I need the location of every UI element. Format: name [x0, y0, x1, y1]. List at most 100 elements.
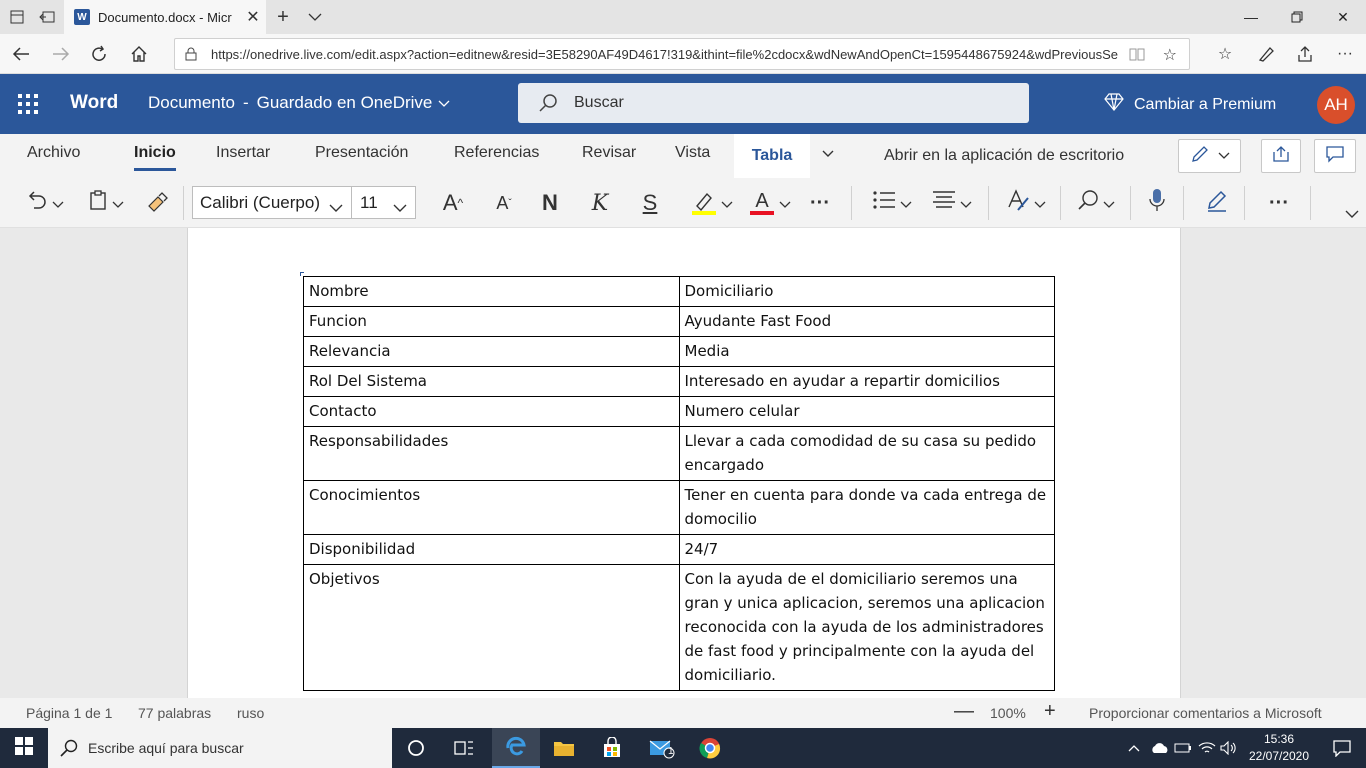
table-row[interactable]: Rol Del Sistema Interesado en ayudar a re… — [303, 366, 1055, 397]
mail-icon[interactable]: 1 — [638, 728, 686, 768]
table-cell-value[interactable]: Llevar a cada comodidad de su casa su pe… — [678, 426, 1055, 481]
shrink-font-button[interactable]: Aˇ — [490, 190, 518, 216]
align-button[interactable] — [928, 190, 976, 216]
more-tabs-chevron-icon[interactable] — [820, 146, 836, 167]
bullets-button[interactable] — [868, 190, 916, 216]
format-painter-icon[interactable] — [144, 190, 170, 216]
table-cell-label[interactable]: Rol Del Sistema — [303, 366, 680, 397]
font-name-select[interactable]: Calibri (Cuerpo) — [192, 186, 352, 219]
zoom-in-button[interactable]: + — [1044, 700, 1056, 723]
taskbar-search-input[interactable]: Escribe aquí para buscar — [48, 728, 392, 768]
tab-vista[interactable]: Vista — [675, 144, 710, 162]
premium-button[interactable]: Cambiar a Premium — [1104, 93, 1276, 116]
share-document-button[interactable] — [1261, 139, 1301, 173]
document-page[interactable]: Nombre Domiciliario Funcion Ayudante Fast F… — [187, 228, 1181, 698]
file-explorer-icon[interactable] — [540, 728, 588, 768]
start-button[interactable] — [0, 728, 48, 768]
home-icon[interactable] — [126, 42, 152, 66]
undo-button[interactable] — [22, 190, 68, 216]
tab-revisar[interactable]: Revisar — [582, 144, 636, 162]
grow-font-button[interactable]: A ^ — [438, 190, 468, 216]
table-cell-label[interactable]: Contacto — [303, 396, 680, 427]
refresh-icon[interactable] — [86, 42, 112, 66]
restore-icon[interactable] — [1274, 0, 1320, 34]
tab-tabla[interactable]: Tabla — [734, 134, 810, 178]
font-size-select[interactable]: 11 — [351, 186, 416, 219]
cortana-icon[interactable] — [392, 728, 440, 768]
table-row[interactable]: Objetivos Con la ayuda de el domiciliario… — [303, 564, 1055, 691]
dictate-button[interactable] — [1144, 189, 1170, 216]
minimize-icon[interactable]: — — [1228, 0, 1274, 34]
italic-button[interactable]: K — [588, 190, 612, 216]
table-row[interactable]: Funcion Ayudante Fast Food — [303, 306, 1055, 337]
browser-tab[interactable]: W Documento.docx - Micr ✕ — [64, 0, 266, 34]
onedrive-cloud-icon[interactable] — [1148, 728, 1172, 768]
zoom-out-button[interactable]: — — [954, 700, 974, 723]
edge-browser-icon[interactable] — [492, 728, 540, 768]
wifi-icon[interactable] — [1196, 728, 1218, 768]
tab-referencias[interactable]: Referencias — [454, 144, 539, 162]
app-launcher-icon[interactable] — [18, 94, 38, 114]
table-row[interactable]: Contacto Numero celular — [303, 396, 1055, 427]
search-input[interactable]: Buscar — [518, 83, 1029, 123]
word-count[interactable]: 77 palabras — [138, 705, 211, 721]
table-cell-value[interactable]: Interesado en ayudar a repartir domicili… — [678, 366, 1055, 397]
system-clock[interactable]: 15:36 22/07/2020 — [1244, 731, 1314, 765]
table-cell-label[interactable]: Relevancia — [303, 336, 680, 367]
more-menu-icon[interactable]: ··· — [1332, 42, 1358, 66]
table-cell-value[interactable]: Numero celular — [678, 396, 1055, 427]
volume-icon[interactable] — [1218, 728, 1240, 768]
comments-button[interactable] — [1314, 139, 1356, 173]
paste-button[interactable] — [84, 190, 128, 216]
forward-icon[interactable] — [48, 42, 74, 66]
new-tab-icon[interactable]: + — [272, 6, 294, 28]
reading-view-icon[interactable] — [1129, 47, 1145, 64]
open-desktop-app-link[interactable]: Abrir en la aplicación de escritorio — [884, 147, 1124, 165]
chrome-icon[interactable] — [686, 728, 734, 768]
back-icon[interactable] — [8, 42, 34, 66]
table-cell-value[interactable]: Con la ayuda de el domiciliario seremos … — [678, 564, 1055, 691]
document-title[interactable]: Documento - Guardado en OneDrive — [148, 93, 450, 113]
favorite-star-icon[interactable]: ☆ — [1163, 45, 1177, 65]
table-row[interactable]: Disponibilidad 24/7 — [303, 534, 1055, 565]
tab-list-chevron-icon[interactable] — [304, 6, 326, 28]
underline-button[interactable]: S — [638, 190, 662, 216]
share-icon[interactable] — [1292, 42, 1318, 66]
battery-icon[interactable] — [1172, 728, 1194, 768]
table-cell-label[interactable]: Objetivos — [303, 564, 680, 691]
styles-button[interactable] — [1002, 189, 1050, 216]
table-row[interactable]: Responsabilidades Llevar a cada comodidad… — [303, 426, 1055, 481]
table-cell-value[interactable]: Media — [678, 336, 1055, 367]
feedback-link[interactable]: Proporcionar comentarios a Microsoft — [1089, 705, 1322, 721]
url-field[interactable]: https://onedrive.live.com/edit.aspx?acti… — [174, 38, 1190, 70]
more-font-options-button[interactable]: ··· — [806, 190, 834, 216]
table-cell-value[interactable]: Domiciliario — [678, 276, 1055, 307]
tab-insertar[interactable]: Insertar — [216, 144, 270, 162]
table-row[interactable]: Relevancia Media — [303, 336, 1055, 367]
table-row[interactable]: Nombre Domiciliario — [303, 276, 1055, 307]
editing-mode-button[interactable] — [1178, 139, 1241, 173]
find-button[interactable] — [1072, 190, 1120, 216]
set-tabs-aside-icon[interactable] — [36, 6, 58, 28]
avatar[interactable]: AH — [1317, 86, 1355, 124]
table-cell-label[interactable]: Nombre — [303, 276, 680, 307]
action-center-icon[interactable] — [1318, 728, 1366, 768]
tab-archivo[interactable]: Archivo — [27, 144, 80, 162]
zoom-level[interactable]: 100% — [990, 705, 1026, 721]
tab-close-icon[interactable]: ✕ — [240, 7, 266, 27]
pen-annotate-icon[interactable] — [1254, 42, 1280, 66]
highlight-button[interactable] — [688, 190, 736, 216]
show-hidden-icons-chevron-icon[interactable] — [1124, 728, 1144, 768]
bold-button[interactable]: N — [538, 190, 562, 216]
close-window-icon[interactable]: ✕ — [1320, 0, 1366, 34]
table-cell-value[interactable]: 24/7 — [678, 534, 1055, 565]
table-cell-value[interactable]: Tener en cuenta para donde va cada entre… — [678, 480, 1055, 535]
table-cell-label[interactable]: Disponibilidad — [303, 534, 680, 565]
more-options-button[interactable]: ··· — [1264, 190, 1294, 216]
expand-ribbon-chevron-icon[interactable] — [1342, 204, 1362, 224]
table-cell-value[interactable]: Ayudante Fast Food — [678, 306, 1055, 337]
table-cell-label[interactable]: Funcion — [303, 306, 680, 337]
editor-button[interactable] — [1204, 190, 1230, 216]
tab-inicio[interactable]: Inicio — [134, 144, 176, 171]
word-brand[interactable]: Word — [70, 92, 118, 114]
